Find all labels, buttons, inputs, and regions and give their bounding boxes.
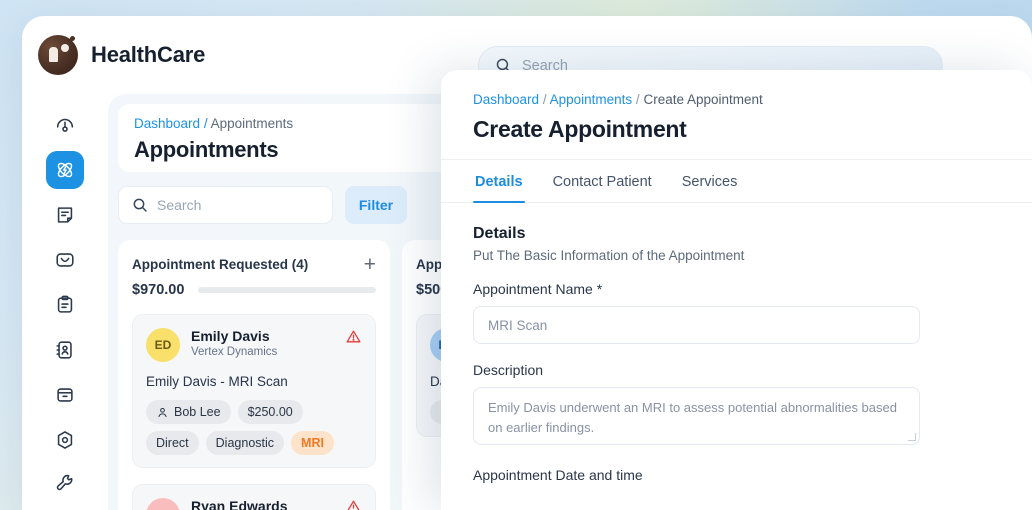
sidebar-item-inventory[interactable] xyxy=(46,376,84,414)
column-header: Appointment Requested (4) + xyxy=(132,254,376,275)
note-icon xyxy=(57,207,73,223)
contact-book-icon xyxy=(56,341,72,359)
healthcare-globe-logo-icon xyxy=(38,35,78,75)
modal-title: Create Appointment xyxy=(473,116,687,142)
card-tag-category: Diagnostic xyxy=(205,431,285,455)
create-appointment-modal: Dashboard / Appointments / Create Appoin… xyxy=(441,70,1032,510)
sidebar-item-appointments[interactable] xyxy=(46,151,84,189)
modal-breadcrumb-appointments[interactable]: Appointments xyxy=(550,92,633,107)
tab-contact-patient[interactable]: Contact Patient xyxy=(551,160,654,202)
sidebar-item-settings[interactable] xyxy=(46,421,84,459)
card-tag-channel: Direct xyxy=(146,431,199,455)
avatar: ED xyxy=(146,328,180,362)
card-tag-label: Bob Lee xyxy=(174,405,221,419)
section-title: Details xyxy=(473,225,526,242)
search-icon xyxy=(133,198,147,212)
wrench-icon xyxy=(56,474,73,491)
appointment-name-input[interactable]: MRI Scan xyxy=(473,306,920,344)
section-subtitle: Put The Basic Information of the Appoint… xyxy=(473,248,745,263)
field-description: Description Emily Davis underwent an MRI… xyxy=(473,362,1000,445)
modal-breadcrumb: Dashboard / Appointments / Create Appoin… xyxy=(473,92,1032,107)
appointment-datetime-label: Appointment Date and time xyxy=(473,467,643,483)
breadcrumb-separator: / xyxy=(203,116,208,131)
sidebar-item-messages[interactable] xyxy=(46,241,84,279)
warning-triangle-icon[interactable] xyxy=(345,328,362,345)
card-person-org: Vertex Dynamics xyxy=(191,346,278,358)
sidebar-item-notes[interactable] xyxy=(46,196,84,234)
atom-icon xyxy=(57,162,73,178)
sidebar xyxy=(22,94,108,510)
column-amount: $970.00 xyxy=(132,282,185,298)
brand-name: HealthCare xyxy=(91,42,206,67)
column-summary: $970.00 xyxy=(132,282,376,298)
card-tag-assignee: Bob Lee xyxy=(146,400,231,424)
description-label: Description xyxy=(473,362,544,378)
filter-button[interactable]: Filter xyxy=(345,186,407,224)
field-appointment-name: Appointment Name * MRI Scan xyxy=(473,281,1000,344)
modal-header: Dashboard / Appointments / Create Appoin… xyxy=(441,70,1032,160)
appointment-card[interactable]: RE Ryan Edwards xyxy=(132,484,376,510)
card-tags: Bob Lee $250.00 Direct Diagnostic MRI xyxy=(146,400,362,455)
person-icon xyxy=(158,407,167,417)
modal-breadcrumb-separator: / xyxy=(635,92,640,107)
sidebar-item-dashboard[interactable] xyxy=(46,106,84,144)
mail-icon xyxy=(56,253,74,267)
breadcrumb-dashboard[interactable]: Dashboard xyxy=(134,116,200,131)
kanban-column: Appointment Requested (4) + $970.00 ED E… xyxy=(118,240,390,510)
card-subject: Emily Davis - MRI Scan xyxy=(146,374,288,389)
gauge-icon xyxy=(56,118,74,132)
modal-breadcrumb-separator: / xyxy=(542,92,547,107)
breadcrumb-current: Appointments xyxy=(210,116,294,131)
sidebar-item-tools[interactable] xyxy=(46,466,84,504)
tab-services[interactable]: Services xyxy=(680,160,740,202)
column-progress-bar xyxy=(198,287,376,293)
sidebar-item-records[interactable] xyxy=(46,286,84,324)
card-person-name: Emily Davis xyxy=(191,328,270,344)
brand[interactable]: HealthCare xyxy=(22,35,290,75)
card-person-name: Ryan Edwards xyxy=(191,498,288,510)
screen-root: HealthCare Search Dashboard / Appointmen… xyxy=(0,0,1032,510)
avatar: RE xyxy=(146,498,180,510)
warning-triangle-icon[interactable] xyxy=(345,498,362,510)
appointment-name-label: Appointment Name * xyxy=(473,281,603,297)
modal-body: Details Put The Basic Information of the… xyxy=(441,203,1032,483)
card-header: RE Ryan Edwards xyxy=(146,498,362,510)
card-tag-price: $250.00 xyxy=(237,400,303,424)
card-person: Ryan Edwards xyxy=(191,498,334,510)
modal-breadcrumb-current: Create Appointment xyxy=(643,92,763,107)
hex-gear-icon xyxy=(57,431,73,449)
card-person: Emily Davis Vertex Dynamics xyxy=(191,328,334,358)
column-title: Appointment Requested (4) xyxy=(132,257,309,272)
archive-box-icon xyxy=(57,388,73,402)
description-textarea[interactable]: Emily Davis underwent an MRI to assess p… xyxy=(473,387,920,445)
search-input[interactable]: Search xyxy=(118,186,333,224)
tab-details[interactable]: Details xyxy=(473,160,525,203)
card-header: ED Emily Davis Vertex Dynamics xyxy=(146,328,362,362)
card-tag-service: MRI xyxy=(291,431,334,455)
plus-icon[interactable]: + xyxy=(364,254,376,275)
modal-tabs: Details Contact Patient Services xyxy=(441,160,1032,203)
modal-breadcrumb-dashboard[interactable]: Dashboard xyxy=(473,92,539,107)
sidebar-item-patients[interactable] xyxy=(46,331,84,369)
appointment-card[interactable]: ED Emily Davis Vertex Dynamics Emily Dav… xyxy=(132,314,376,468)
search-placeholder: Search xyxy=(157,197,202,213)
clipboard-icon xyxy=(57,295,73,313)
